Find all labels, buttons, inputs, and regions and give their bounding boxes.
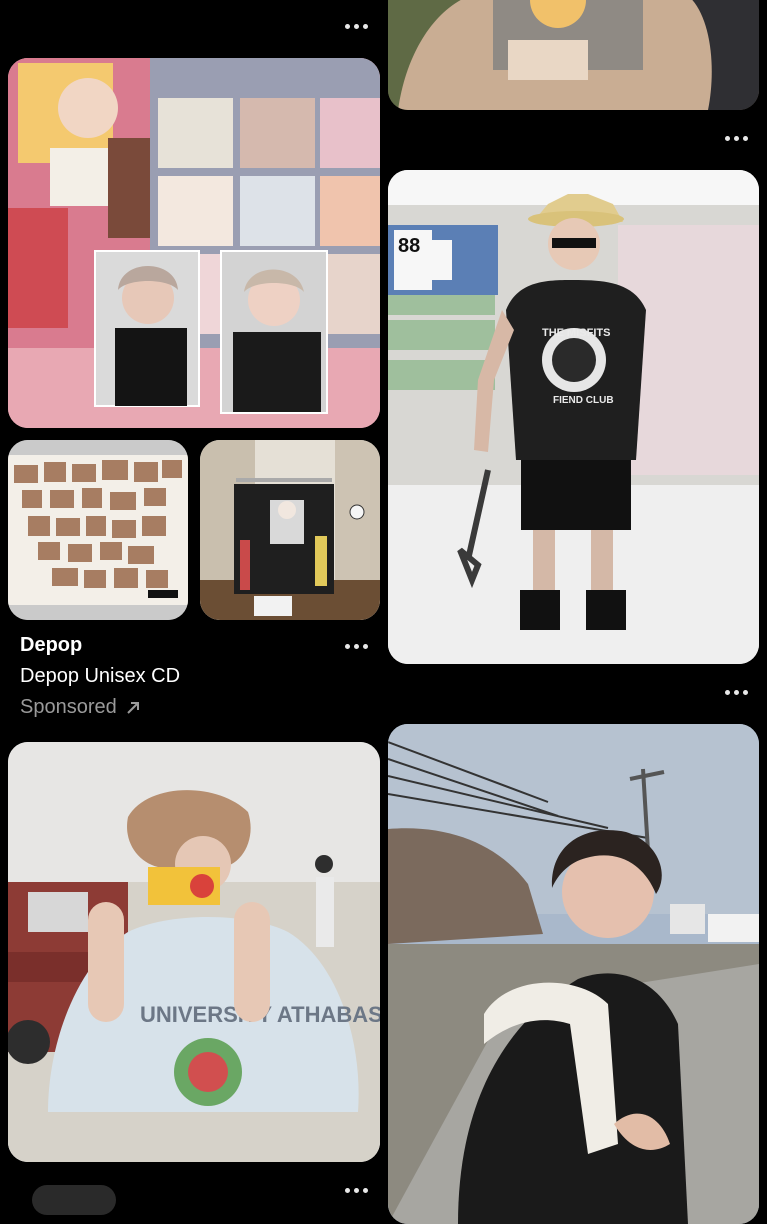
sponsored-label[interactable]: Sponsored <box>20 696 141 719</box>
more-options-button[interactable] <box>718 128 754 148</box>
ad-advertiser-name[interactable]: Depop <box>20 634 82 657</box>
man-by-road-image <box>388 724 759 1224</box>
price-sign-text: 88 <box>398 235 420 257</box>
man-with-disposable-camera-image: UNIVERSITY ATHABASCA <box>8 742 380 1162</box>
next-pin-placeholder[interactable] <box>32 1185 116 1215</box>
svg-text:THE MISFITS: THE MISFITS <box>542 327 610 339</box>
more-options-button[interactable] <box>338 16 374 36</box>
pin-man-by-road[interactable] <box>388 724 759 1224</box>
more-options-button[interactable] <box>338 1180 374 1200</box>
cd-booklet-image <box>8 440 188 620</box>
pin-person-holding-album[interactable] <box>388 0 759 110</box>
pin-man-with-disposable-camera[interactable]: UNIVERSITY ATHABASCA <box>8 742 380 1162</box>
pin-man-in-cowboy-hat-store[interactable]: 88 THE MISFITS FIEND CLUB <box>388 170 759 664</box>
ad-product-title[interactable]: Depop Unisex CD <box>20 665 180 688</box>
external-link-icon <box>127 701 139 714</box>
more-options-button[interactable] <box>718 682 754 702</box>
svg-text:FIEND CLUB: FIEND CLUB <box>553 395 614 406</box>
tshirt-rack-image <box>200 440 380 620</box>
ad-thumb-cd-booklet[interactable] <box>8 440 188 620</box>
man-in-cowboy-hat-store-image: 88 THE MISFITS FIEND CLUB <box>388 170 759 664</box>
kpop-photocards-image <box>8 58 380 428</box>
ad-thumb-tshirt-rack[interactable] <box>200 440 380 620</box>
person-holding-album-image <box>388 0 759 110</box>
ad-hero-kpop-photocards[interactable] <box>8 58 380 428</box>
sponsored-text: Sponsored <box>20 696 117 718</box>
more-options-button[interactable] <box>338 636 374 656</box>
